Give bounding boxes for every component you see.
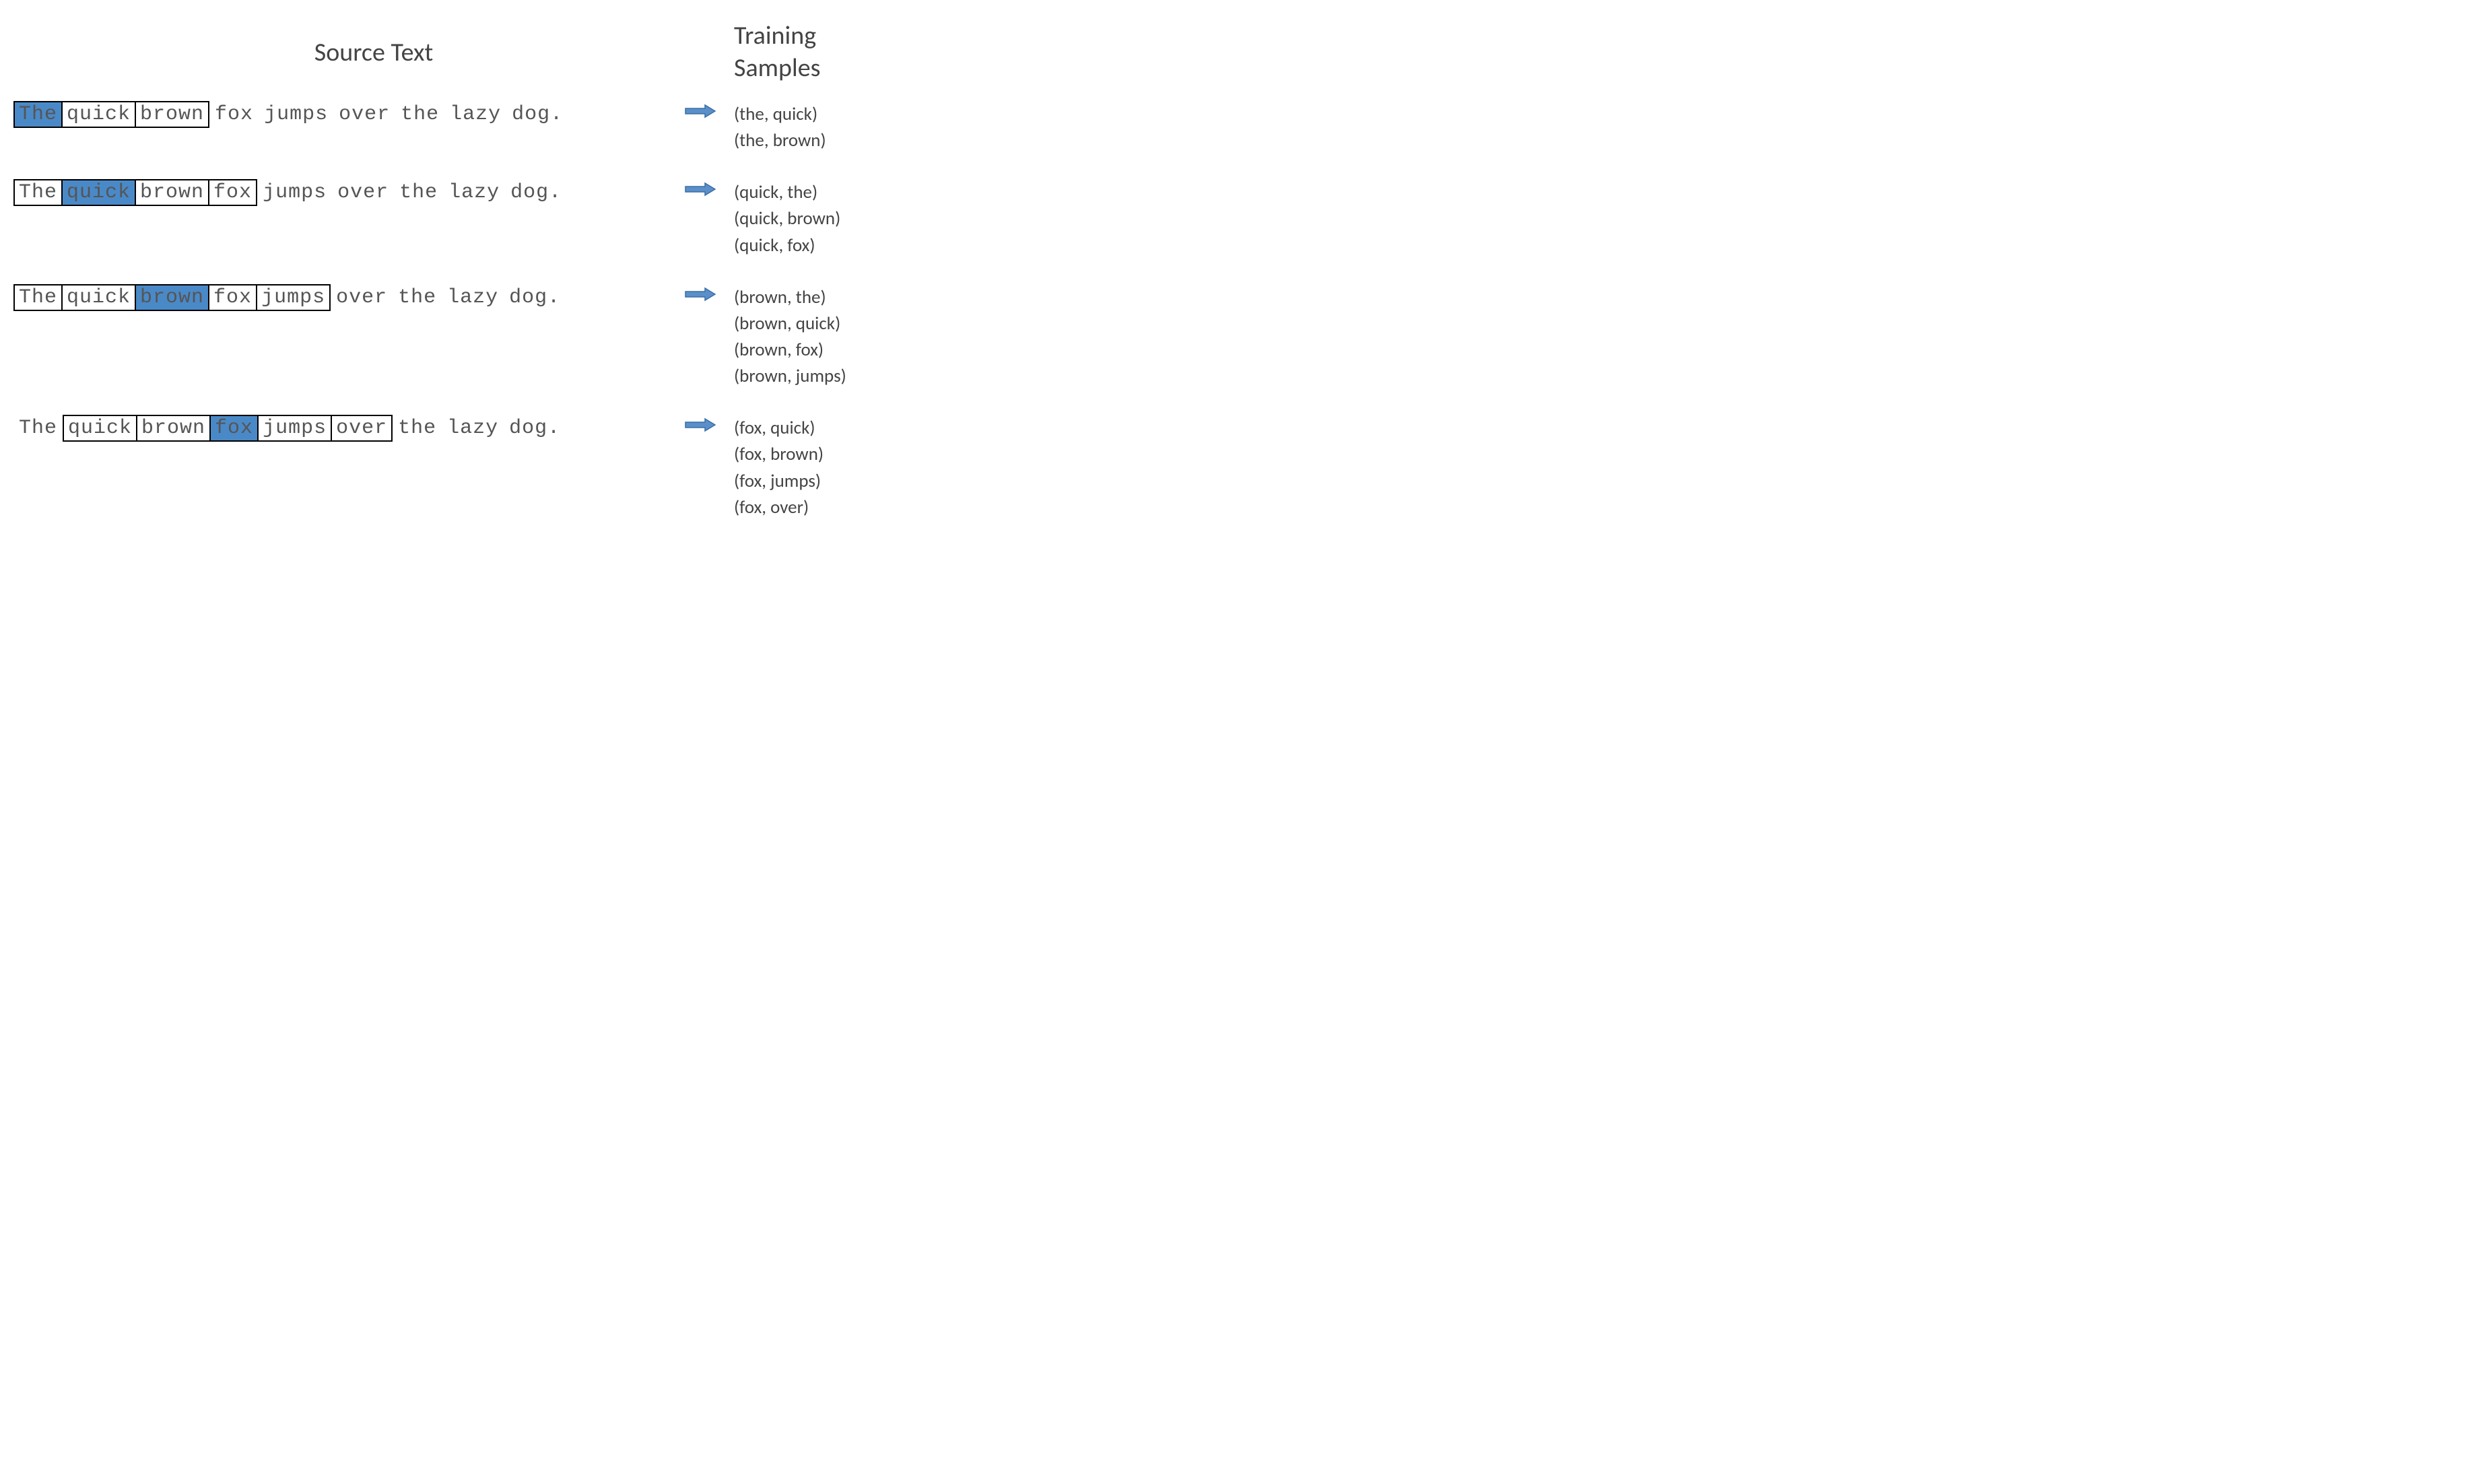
sample-pair: (the, quick) bbox=[734, 101, 976, 127]
word-plain: lazy bbox=[443, 180, 505, 205]
word-plain: The bbox=[13, 415, 63, 441]
word-plain: jumps bbox=[257, 180, 332, 205]
arrow-right-icon bbox=[685, 287, 716, 302]
word-target: quick bbox=[63, 179, 136, 206]
word-plain: dog. bbox=[504, 415, 566, 441]
sample-pair: (brown, the) bbox=[734, 284, 976, 310]
sample-pair: (fox, jumps) bbox=[734, 468, 976, 494]
arrow-4 bbox=[667, 415, 734, 432]
training-samples-2: (quick, the) (quick, brown) (quick, fox) bbox=[734, 179, 976, 258]
training-samples-header: Training Samples bbox=[734, 20, 976, 84]
source-sentence-3: Thequickbrownfoxjumpsoverthelazydog. bbox=[13, 284, 667, 311]
word-context: quick bbox=[63, 415, 137, 442]
arrow-right-icon bbox=[685, 182, 716, 197]
word-plain: the bbox=[393, 285, 442, 310]
sample-pair: (quick, brown) bbox=[734, 205, 976, 232]
example-row-2: Thequickbrownfoxjumpsoverthelazydog. (qu… bbox=[13, 179, 983, 258]
word-target: fox bbox=[211, 415, 259, 442]
word-plain: over bbox=[331, 285, 393, 310]
sample-pair: (brown, quick) bbox=[734, 310, 976, 337]
diagram-container: Source Text Training Samples Thequickbro… bbox=[13, 20, 983, 520]
word-plain: the bbox=[393, 415, 442, 441]
arrow-1 bbox=[667, 101, 734, 119]
word-target: brown bbox=[136, 284, 209, 311]
arrow-right-icon bbox=[685, 417, 716, 432]
word-plain: dog. bbox=[506, 102, 568, 127]
word-context: brown bbox=[137, 415, 211, 442]
sample-pair: (fox, quick) bbox=[734, 415, 976, 441]
example-row-1: Thequickbrownfoxjumpsoverthelazydog. (th… bbox=[13, 101, 983, 154]
sample-pair: (quick, the) bbox=[734, 179, 976, 205]
source-sentence-4: Thequickbrownfoxjumpsoverthelazydog. bbox=[13, 415, 667, 442]
word-context: quick bbox=[63, 101, 136, 128]
header-row: Source Text Training Samples bbox=[13, 20, 983, 84]
source-sentence-1: Thequickbrownfoxjumpsoverthelazydog. bbox=[13, 101, 667, 128]
training-samples-4: (fox, quick) (fox, brown) (fox, jumps) (… bbox=[734, 415, 976, 520]
word-context: The bbox=[13, 179, 63, 206]
word-plain: lazy bbox=[442, 415, 504, 441]
word-plain: over bbox=[333, 102, 395, 127]
sample-pair: (brown, jumps) bbox=[734, 363, 976, 389]
arrow-3 bbox=[667, 284, 734, 302]
sample-pair: (the, brown) bbox=[734, 127, 976, 154]
word-context: The bbox=[13, 284, 63, 311]
source-text-header: Source Text bbox=[13, 20, 734, 84]
word-plain: jumps bbox=[259, 102, 333, 127]
word-plain: lazy bbox=[444, 102, 506, 127]
word-plain: the bbox=[394, 180, 443, 205]
sample-pair: (fox, brown) bbox=[734, 441, 976, 467]
word-plain: lazy bbox=[442, 285, 504, 310]
word-plain: dog. bbox=[504, 285, 566, 310]
word-context: brown bbox=[136, 179, 209, 206]
word-context: over bbox=[332, 415, 393, 442]
training-samples-header-line1: Training bbox=[734, 20, 816, 51]
word-plain: dog. bbox=[505, 180, 567, 205]
sample-pair: (quick, fox) bbox=[734, 232, 976, 259]
word-plain: fox bbox=[209, 102, 259, 127]
sample-pair: (brown, fox) bbox=[734, 337, 976, 363]
word-context: brown bbox=[136, 101, 209, 128]
word-target: The bbox=[13, 101, 63, 128]
word-context: quick bbox=[63, 284, 136, 311]
word-context: jumps bbox=[259, 415, 332, 442]
word-context: fox bbox=[209, 179, 257, 206]
word-context: fox bbox=[209, 284, 257, 311]
sample-pair: (fox, over) bbox=[734, 494, 976, 520]
source-sentence-2: Thequickbrownfoxjumpsoverthelazydog. bbox=[13, 179, 667, 206]
example-row-4: Thequickbrownfoxjumpsoverthelazydog. (fo… bbox=[13, 415, 983, 520]
word-plain: the bbox=[395, 102, 444, 127]
word-plain: over bbox=[332, 180, 394, 205]
arrow-right-icon bbox=[685, 104, 716, 119]
word-context: jumps bbox=[257, 284, 331, 311]
training-samples-3: (brown, the) (brown, quick) (brown, fox)… bbox=[734, 284, 976, 390]
arrow-2 bbox=[667, 179, 734, 197]
training-samples-header-line2: Samples bbox=[734, 53, 820, 83]
example-row-3: Thequickbrownfoxjumpsoverthelazydog. (br… bbox=[13, 284, 983, 390]
training-samples-1: (the, quick) (the, brown) bbox=[734, 101, 976, 154]
